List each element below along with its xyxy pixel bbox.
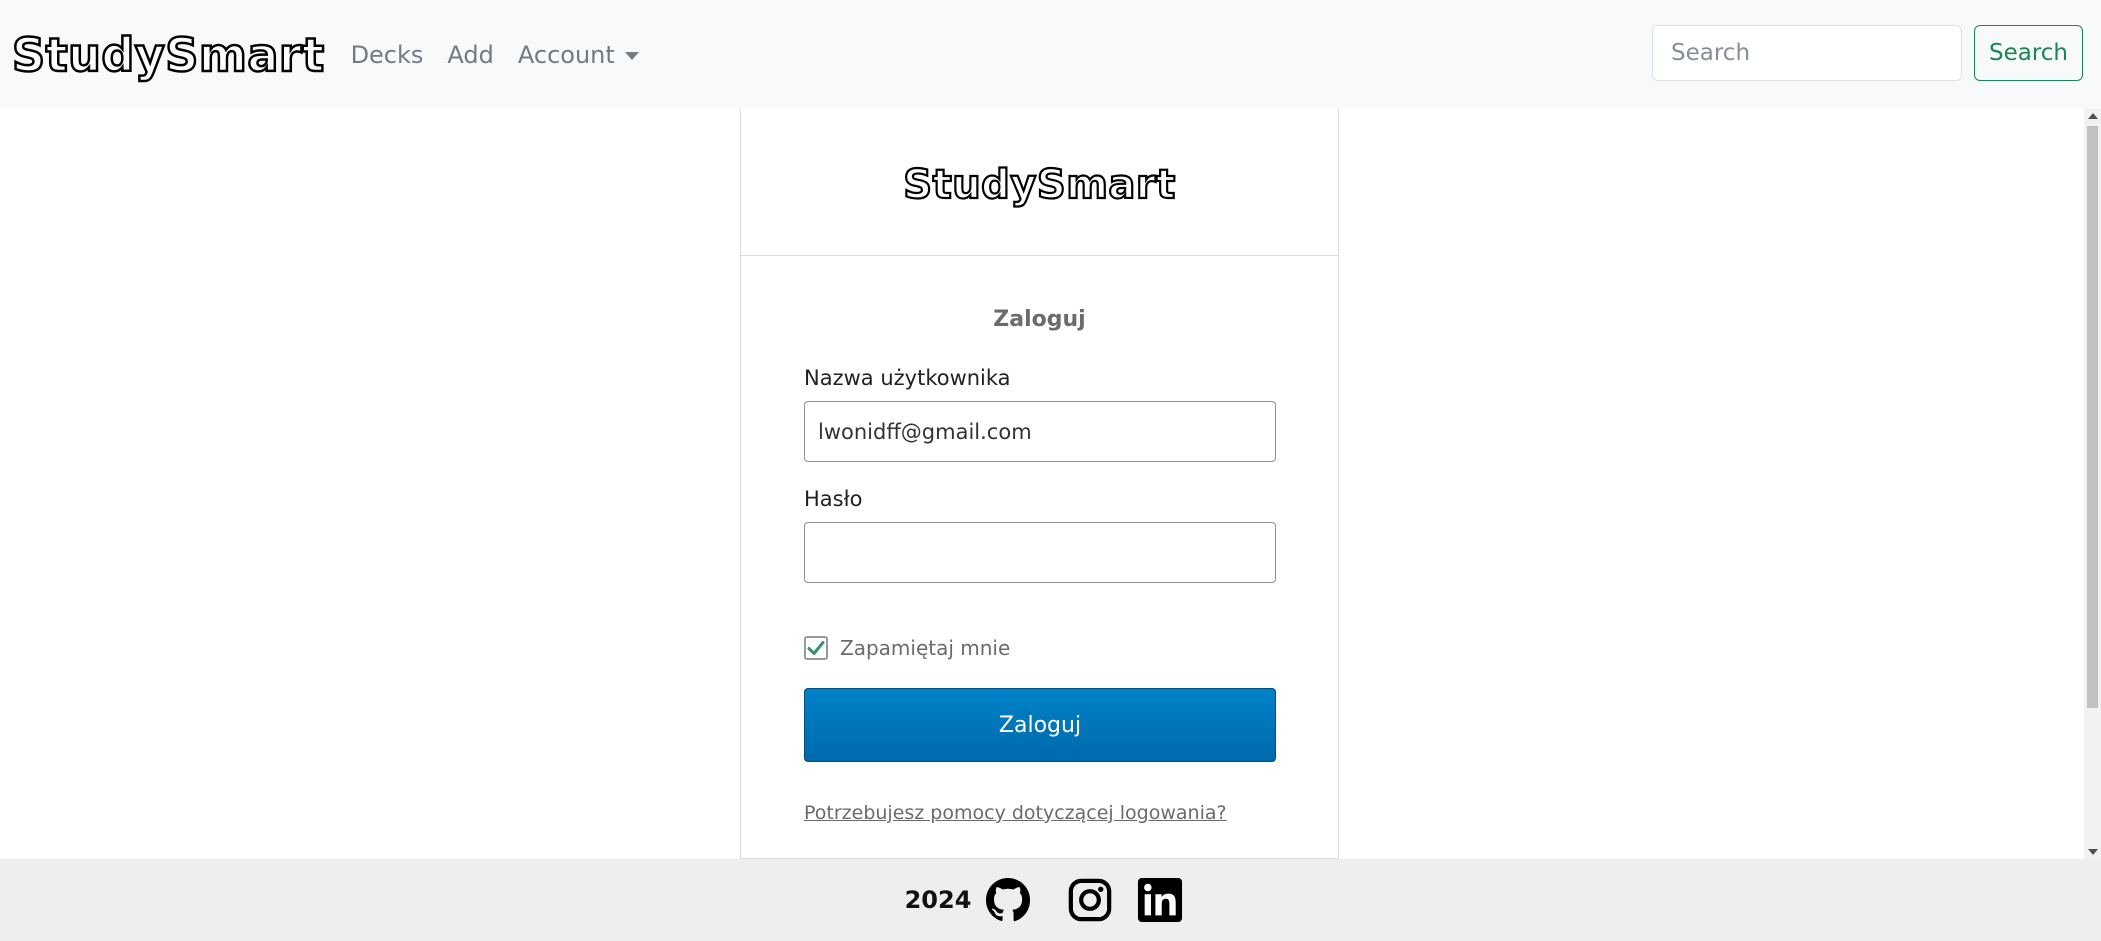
checkmark-icon [807, 641, 825, 655]
username-field[interactable] [804, 401, 1276, 462]
nav-dropdown-account[interactable]: Account [518, 41, 639, 69]
page-footer: 2024 [0, 859, 2101, 941]
nav-search-form: Search [1652, 25, 2083, 81]
instagram-icon[interactable] [1067, 877, 1113, 923]
remember-me-label[interactable]: Zapamiętaj mnie [840, 636, 1010, 660]
footer-content: 2024 [905, 877, 1196, 923]
password-label: Hasło [804, 487, 863, 511]
brand-logo[interactable]: StudySmart [11, 26, 326, 83]
github-icon[interactable] [985, 877, 1031, 923]
scroll-down-icon[interactable] [2088, 849, 2098, 855]
login-help-link[interactable]: Potrzebujesz pomocy dotyczącej logowania… [804, 802, 1227, 824]
scroll-up-icon[interactable] [2088, 113, 2098, 119]
search-button[interactable]: Search [1974, 25, 2083, 81]
login-form-title: Zaloguj [993, 307, 1086, 332]
linkedin-icon[interactable] [1137, 877, 1183, 923]
page-scrollbar[interactable] [2084, 109, 2101, 859]
login-submit-button[interactable]: Zaloguj [804, 688, 1276, 762]
nav-link-decks[interactable]: Decks [351, 41, 424, 69]
nav-link-add[interactable]: Add [447, 41, 493, 69]
search-input[interactable] [1652, 25, 1962, 81]
card-logo: StudySmart [902, 161, 1176, 209]
remember-me-row: Zapamiętaj mnie [804, 636, 1275, 660]
top-navbar: StudySmart Decks Add Account Search [0, 0, 2101, 109]
login-card-header: StudySmart [741, 109, 1338, 256]
nav-dropdown-account-label: Account [517, 40, 615, 69]
login-card: StudySmart Zaloguj Nazwa użytkownika Has… [740, 109, 1339, 859]
caret-down-icon [624, 51, 639, 60]
login-card-body: Zaloguj Nazwa użytkownika Hasło Zapamięt… [741, 307, 1338, 824]
username-label: Nazwa użytkownika [804, 366, 1011, 390]
remember-me-checkbox[interactable] [804, 636, 828, 660]
footer-year: 2024 [904, 886, 972, 914]
password-field[interactable] [804, 522, 1276, 583]
scrollbar-thumb[interactable] [2087, 126, 2098, 708]
nav-links: Decks Add Account [351, 41, 663, 69]
